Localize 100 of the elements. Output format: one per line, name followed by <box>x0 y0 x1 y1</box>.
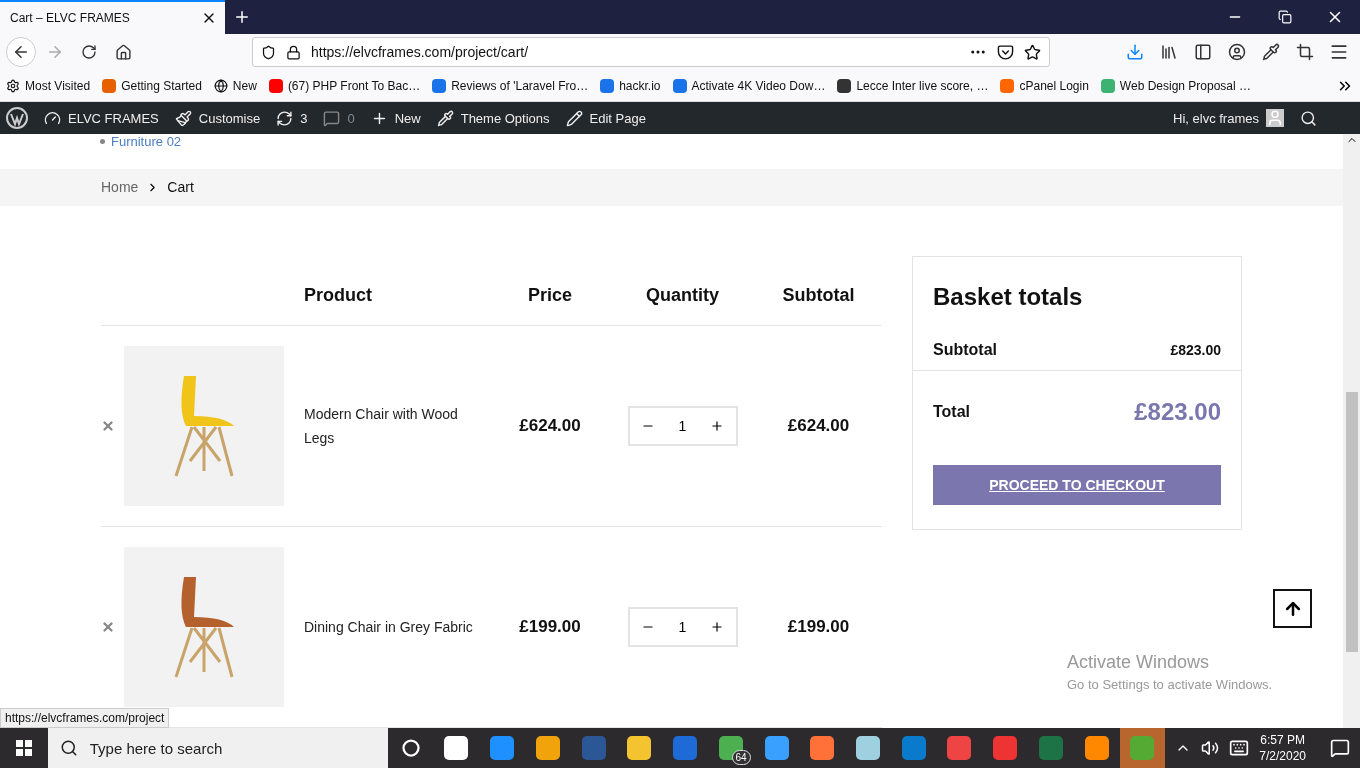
subtotal-text: £624.00 <box>786 416 851 436</box>
taskbar-search-field[interactable]: Type here to search <box>47 728 388 768</box>
app-tile-icon <box>490 736 515 760</box>
bookmark-link[interactable]: Getting Started <box>121 78 202 93</box>
refresh-icon[interactable] <box>276 109 294 127</box>
bookmark-link[interactable]: Web Design Proposal … <box>1119 78 1252 93</box>
pocket-icon[interactable] <box>997 43 1014 61</box>
globe-icon[interactable] <box>213 78 228 93</box>
lock-icon[interactable] <box>286 44 301 60</box>
crop-icon[interactable] <box>1296 43 1314 61</box>
new-tab-icon[interactable] <box>233 8 251 26</box>
column-header: Price <box>526 285 573 306</box>
app-tile-icon <box>947 736 972 760</box>
eyedropper-icon[interactable] <box>1262 43 1280 61</box>
reload-icon[interactable] <box>81 44 97 60</box>
bookmark-link[interactable]: Most Visited <box>25 78 91 93</box>
remove-icon[interactable] <box>101 419 115 433</box>
app-tile-icon <box>1084 736 1109 760</box>
home-icon[interactable] <box>114 43 132 61</box>
breadcrumb-current: Cart <box>167 179 194 196</box>
total-value: £823.00 <box>1134 398 1221 426</box>
star-icon[interactable] <box>1024 43 1041 61</box>
menu-icon[interactable] <box>1329 42 1349 62</box>
column-header: Quantity <box>645 285 720 306</box>
app-tile-icon <box>535 736 560 760</box>
back-button[interactable] <box>6 37 36 67</box>
volume-icon[interactable] <box>1201 739 1220 757</box>
quantity-stepper[interactable]: 1 <box>627 607 738 647</box>
column-header: Product <box>303 285 373 306</box>
bookmark-link[interactable]: Activate 4K Video Dow… <box>691 78 826 93</box>
back-to-top-button[interactable] <box>1273 589 1312 628</box>
product-name[interactable]: Modern Chair with Wood Legs <box>304 402 479 450</box>
app-tile-icon <box>856 736 880 760</box>
subtotal-value: £823.00 <box>1170 341 1221 358</box>
clock[interactable]: 6:57 PM 7/2/2020 <box>1259 733 1306 763</box>
total-label: Total <box>933 403 971 421</box>
cortana-circle-icon <box>401 739 420 757</box>
account-icon[interactable] <box>1228 43 1246 61</box>
app-tile-icon <box>581 736 606 760</box>
totals-title: Basket totals <box>933 282 1084 312</box>
checkout-button[interactable]: PROCEED TO CHECKOUT <box>933 465 1221 505</box>
app-tile-icon <box>993 736 1018 760</box>
account-greeting[interactable]: Hi, elvc frames <box>1173 110 1259 126</box>
scrollbar-thumb[interactable] <box>1345 392 1358 652</box>
activation-text: Go to Settings to activate Windows. <box>1067 677 1273 692</box>
bookmark-link[interactable]: New <box>232 78 257 93</box>
subtotal-label: Subtotal <box>933 340 997 359</box>
notifications-icon[interactable] <box>1330 738 1350 758</box>
bookmark-link[interactable]: hackr.io <box>619 78 661 93</box>
url-text: https://elvcframes.com/project/cart/ <box>311 44 530 60</box>
app-tile-icon <box>1130 736 1155 760</box>
app-tile-icon <box>810 736 835 760</box>
bookmark-link[interactable]: cPanel Login <box>1019 78 1089 93</box>
taskbar-app-icon[interactable]: 64 <box>707 728 754 768</box>
wordpress-logo[interactable] <box>6 107 28 129</box>
price-text: £199.00 <box>518 617 582 637</box>
quantity-value[interactable]: 1 <box>678 418 687 434</box>
shield-icon[interactable] <box>261 44 276 60</box>
search-icon[interactable] <box>1300 109 1317 127</box>
comment-icon[interactable] <box>323 109 341 127</box>
app-tile-icon <box>673 736 698 760</box>
app-tile-icon <box>901 736 926 760</box>
activation-title: Activate Windows <box>1067 652 1211 673</box>
subtotal-text: £199.00 <box>786 617 851 637</box>
admin-bar-item[interactable]: New <box>394 110 421 126</box>
admin-bar-item[interactable]: 0 <box>347 110 355 126</box>
gear-icon[interactable] <box>6 78 20 93</box>
app-tile-icon <box>627 736 652 760</box>
restore-icon[interactable] <box>1278 10 1292 24</box>
bookmark-link[interactable]: Lecce Inter live score, … <box>856 78 989 93</box>
status-url: https://elvcframes.com/project <box>0 708 170 728</box>
remove-icon[interactable] <box>101 620 115 634</box>
menu-link[interactable]: Furniture 02 <box>111 134 182 149</box>
quantity-value[interactable]: 1 <box>678 619 687 635</box>
quantity-stepper[interactable]: 1 <box>627 406 738 446</box>
keyboard-icon[interactable] <box>1229 738 1250 758</box>
library-icon[interactable] <box>1160 43 1178 61</box>
app-tile-icon <box>1038 736 1063 760</box>
product-name[interactable]: Dining Chair in Grey Fabric <box>304 615 479 639</box>
admin-bar-item[interactable]: 3 <box>300 110 308 126</box>
brush-icon[interactable] <box>174 109 192 127</box>
download-icon[interactable] <box>1126 43 1144 61</box>
browser-tab[interactable]: Cart – ELVC FRAMES <box>0 0 225 34</box>
bookmark-link[interactable]: (67) PHP Front To Bac… <box>287 78 421 93</box>
windows-logo <box>15 740 32 756</box>
app-tile-icon <box>444 736 469 760</box>
breadcrumb-link[interactable]: Home <box>101 179 139 196</box>
site-favicon-icon[interactable] <box>837 78 852 93</box>
admin-bar-item[interactable]: ELVC FRAMES <box>68 110 159 126</box>
admin-bar-item[interactable]: Edit Page <box>589 110 646 126</box>
bookmark-link[interactable]: Reviews of 'Laravel Fro… <box>451 78 589 93</box>
column-header: Subtotal <box>781 285 856 306</box>
admin-bar-item[interactable]: Customise <box>198 110 261 126</box>
address-bar[interactable]: https://elvcframes.com/project/cart/ <box>252 37 1050 67</box>
search-icon <box>59 739 78 757</box>
admin-bar-item[interactable]: Theme Options <box>460 110 550 126</box>
pencil-icon[interactable] <box>565 109 583 127</box>
dashboard-icon[interactable] <box>44 109 61 127</box>
sidebar-icon[interactable] <box>1194 43 1212 61</box>
search-placeholder: Type here to search <box>89 739 223 757</box>
